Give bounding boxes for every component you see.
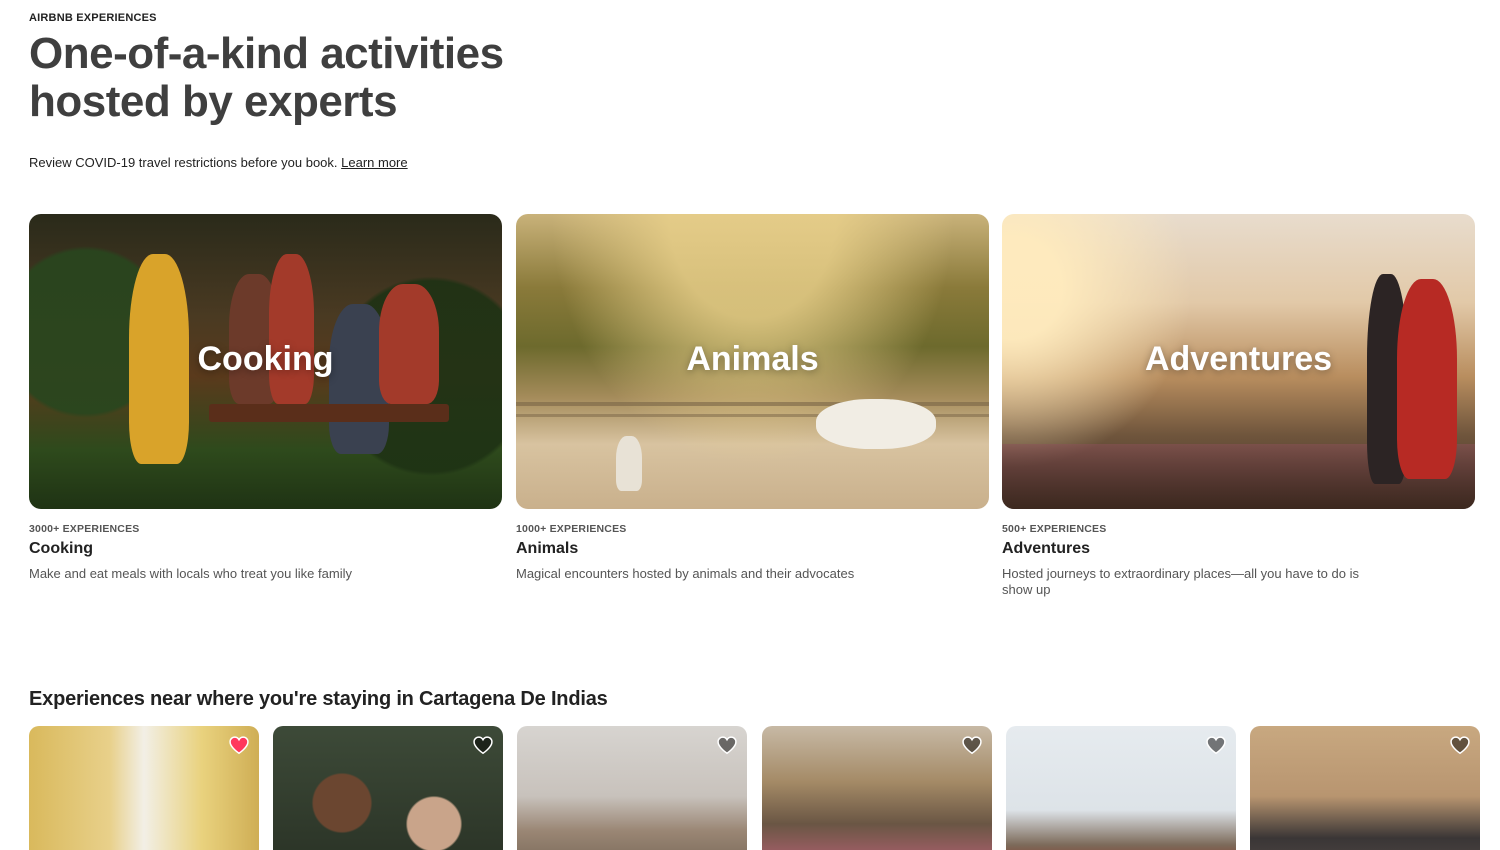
animals-image[interactable]: Animals — [516, 214, 989, 509]
heart-icon[interactable] — [228, 734, 250, 756]
adventures-description: Hosted journeys to extraordinary places—… — [1002, 566, 1359, 597]
experience-card[interactable] — [1250, 726, 1480, 850]
cooking-overlay-title: Cooking — [197, 340, 334, 378]
category-card-cooking[interactable]: Cooking 3000+ EXPERIENCES Cooking Make a… — [29, 214, 502, 582]
animals-horse — [816, 399, 936, 449]
cooking-count: 3000+ EXPERIENCES — [29, 523, 140, 535]
cooking-name[interactable]: Cooking — [29, 540, 502, 558]
animals-overlay-title: Animals — [686, 340, 819, 378]
page-title-line-1: One-of-a-kind activities — [29, 29, 504, 78]
adventures-image[interactable]: Adventures — [1002, 214, 1475, 509]
heart-icon[interactable] — [961, 734, 983, 756]
cooking-description: Make and eat meals with locals who treat… — [29, 566, 352, 581]
heart-icon[interactable] — [716, 734, 738, 756]
page-title: One-of-a-kind activities hosted by exper… — [29, 30, 589, 126]
adventures-count: 500+ EXPERIENCES — [1002, 523, 1107, 535]
experience-card[interactable] — [273, 726, 503, 850]
animals-count: 1000+ EXPERIENCES — [516, 523, 627, 535]
covid-notice: Review COVID-19 travel restrictions befo… — [29, 155, 408, 170]
heart-icon[interactable] — [1205, 734, 1227, 756]
experience-card[interactable] — [762, 726, 992, 850]
heart-icon[interactable] — [472, 734, 494, 756]
covid-notice-text: Review COVID-19 travel restrictions befo… — [29, 155, 338, 170]
category-card-adventures[interactable]: Adventures 500+ EXPERIENCES Adventures H… — [1002, 214, 1475, 598]
adventures-hiker-2 — [1397, 279, 1457, 479]
experience-card[interactable] — [29, 726, 259, 850]
cooking-figure-host — [269, 254, 314, 404]
nearby-section-title: Experiences near where you're staying in… — [29, 688, 608, 710]
page-title-line-2: hosted by experts — [29, 77, 398, 126]
category-card-animals[interactable]: Animals 1000+ EXPERIENCES Animals Magica… — [516, 214, 989, 582]
experience-card[interactable] — [517, 726, 747, 850]
adventures-overlay-title: Adventures — [1144, 340, 1333, 378]
learn-more-link[interactable]: Learn more — [341, 155, 407, 170]
cooking-image[interactable]: Cooking — [29, 214, 502, 509]
animals-name[interactable]: Animals — [516, 540, 989, 558]
adventures-name[interactable]: Adventures — [1002, 540, 1475, 558]
cooking-table — [209, 404, 449, 422]
heart-icon[interactable] — [1449, 734, 1471, 756]
animals-person — [616, 436, 642, 491]
animals-description: Magical encounters hosted by animals and… — [516, 566, 855, 581]
eyebrow-label: AIRBNB EXPERIENCES — [29, 12, 157, 24]
experience-card[interactable] — [1006, 726, 1236, 850]
